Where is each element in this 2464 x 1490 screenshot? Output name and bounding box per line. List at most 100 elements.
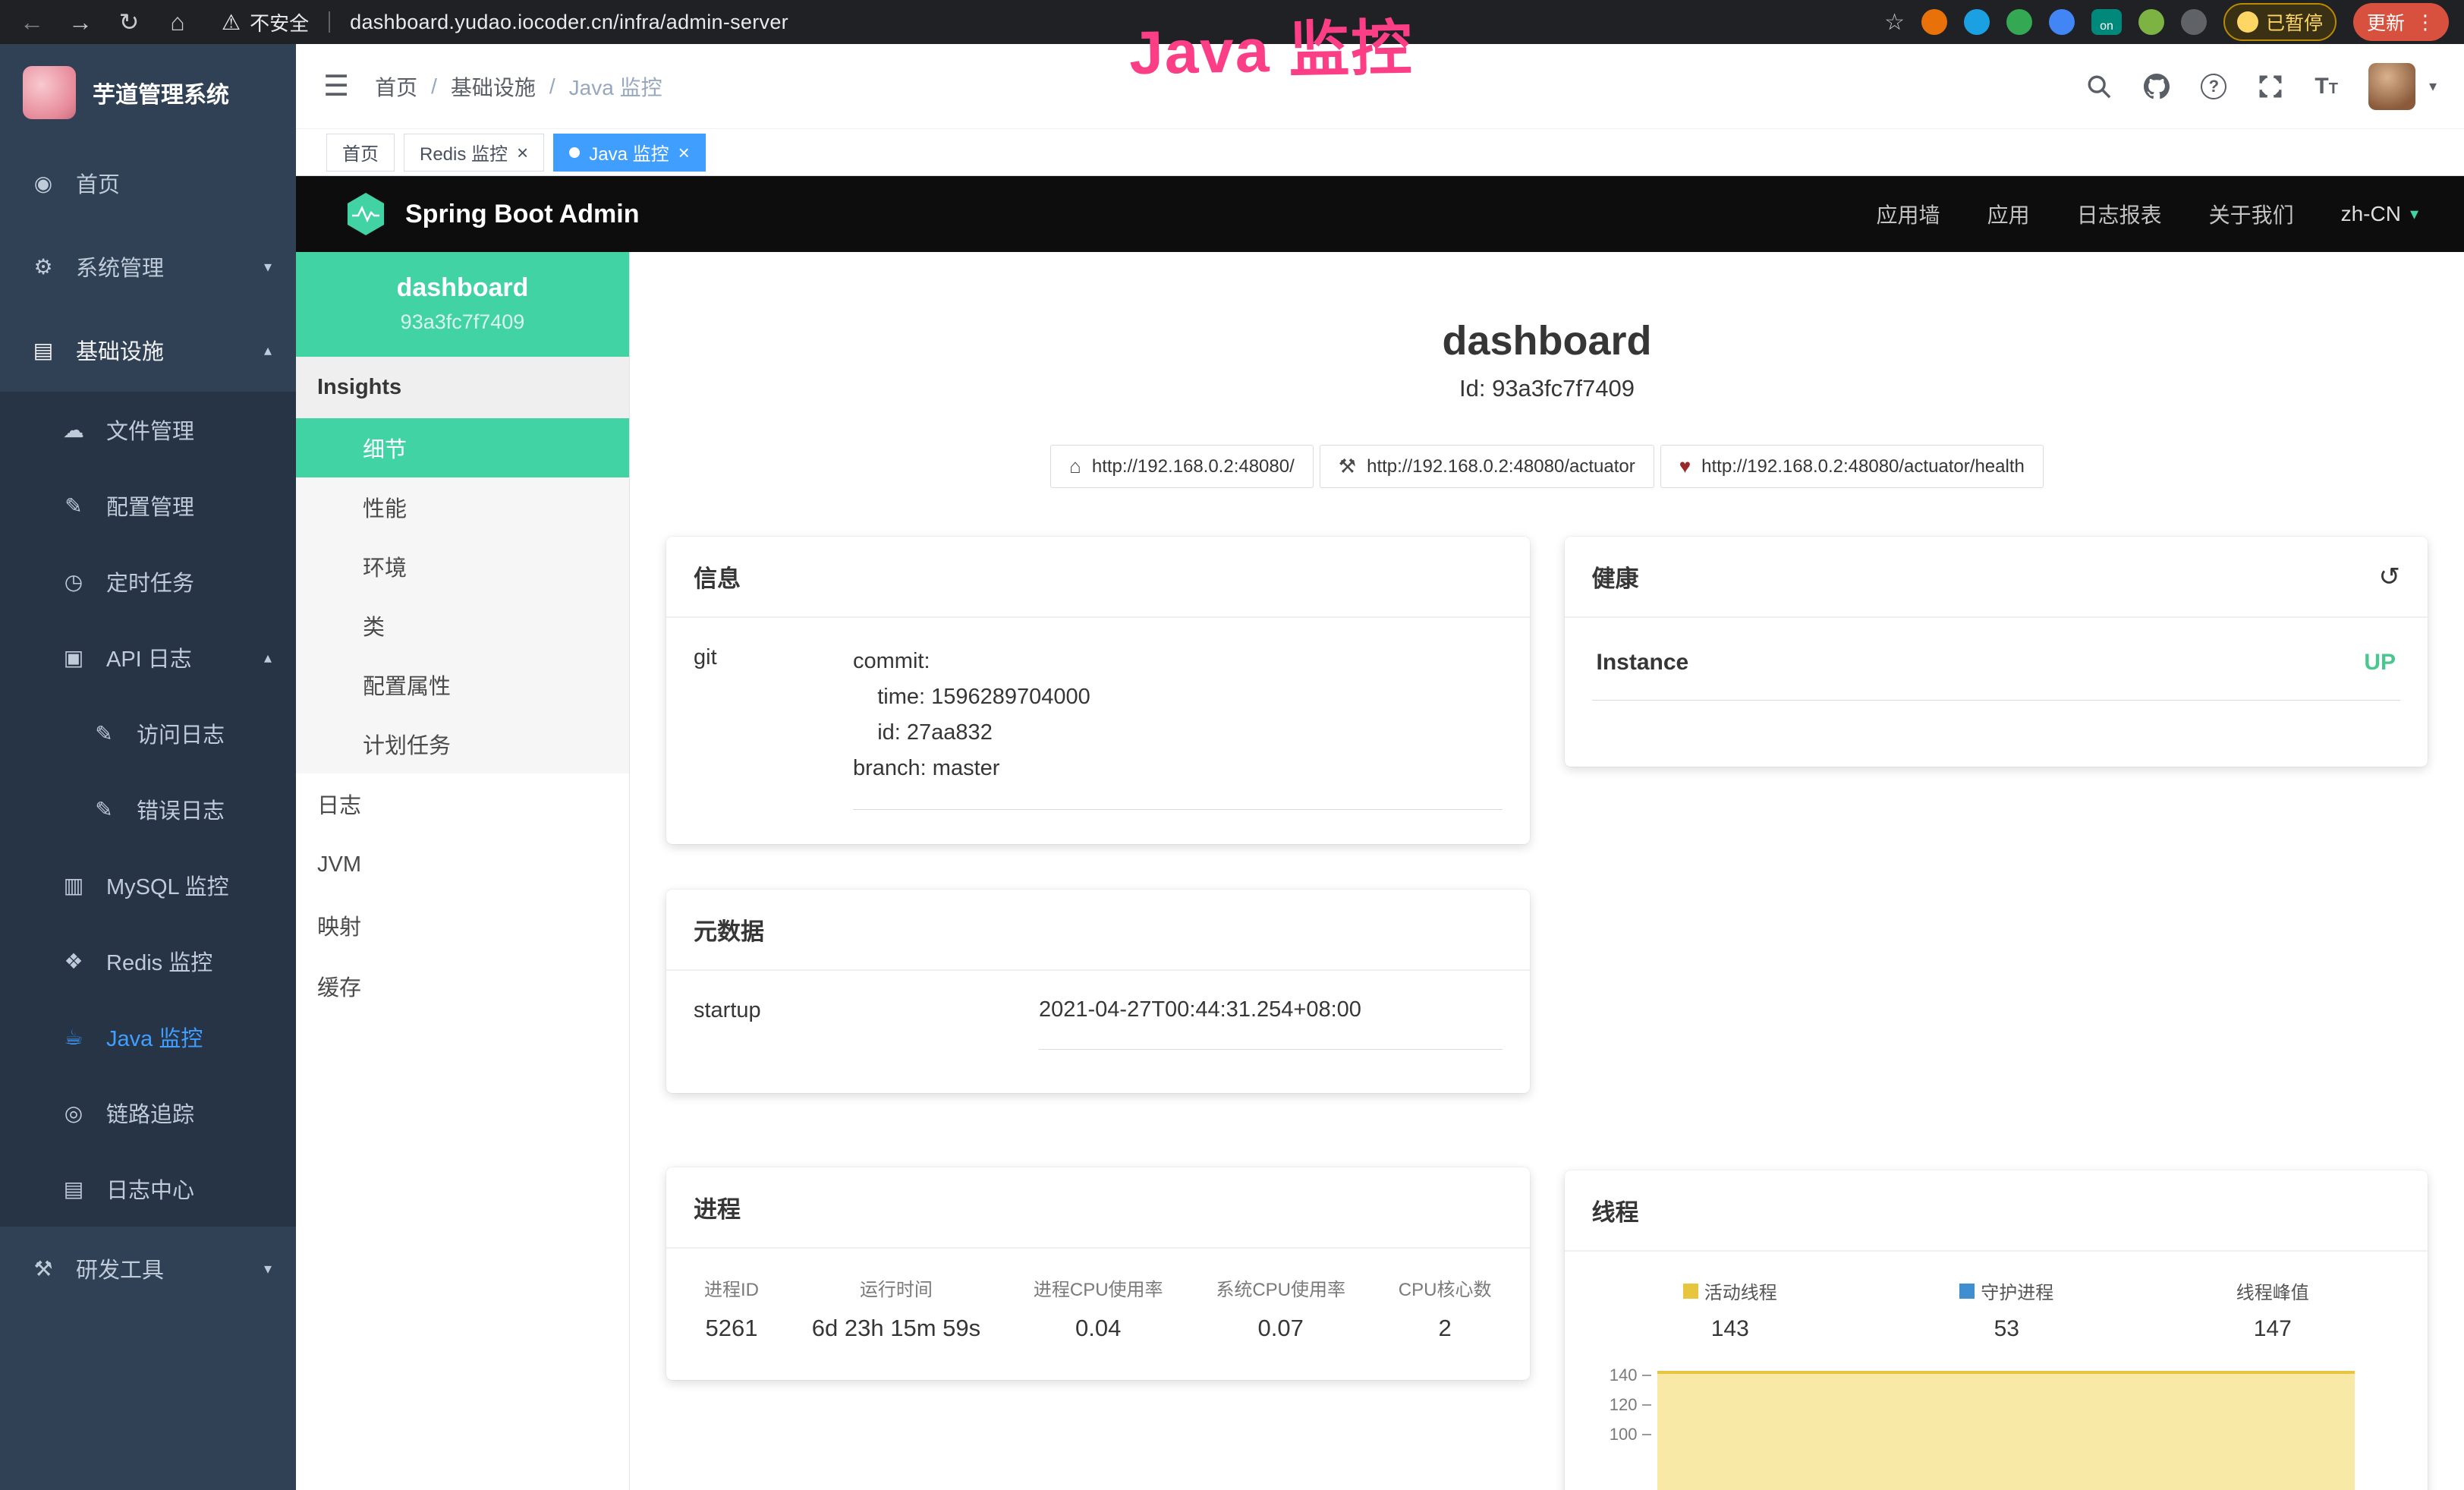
- history-icon[interactable]: ↺: [2379, 562, 2401, 592]
- sidebar-item-log-center[interactable]: ▤ 日志中心: [0, 1151, 296, 1227]
- sidebar-item-infrastructure[interactable]: ▤ 基础设施 ▴: [0, 308, 296, 392]
- sba-nav-wallboard[interactable]: 应用墙: [1877, 199, 1940, 229]
- menu-item-jvm[interactable]: JVM: [296, 834, 629, 895]
- extension-puzzle-icon[interactable]: [2181, 9, 2207, 35]
- sidebar-item-access-logs[interactable]: ✎ 访问日志: [0, 695, 296, 771]
- cards-left-column: 信息 git commit: time: 1596289704000 id: 2…: [666, 537, 1530, 1490]
- sidebar-item-mysql-monitor[interactable]: ▥ MySQL 监控: [0, 847, 296, 923]
- health-instance-row[interactable]: Instance UP: [1592, 644, 2401, 701]
- menu-item-config-props[interactable]: 配置属性: [296, 655, 629, 714]
- app-title: 芋道管理系统: [93, 76, 229, 109]
- close-icon[interactable]: ×: [678, 143, 690, 162]
- address-bar[interactable]: dashboard.yudao.iocoder.cn/infra/admin-s…: [350, 11, 788, 34]
- security-chip[interactable]: ⚠ 不安全: [222, 8, 309, 36]
- app-sidebar: 芋道管理系统 ◉ 首页 ⚙ 系统管理 ▾ ▤ 基础设施 ▴ ☁ 文件管理 ✎: [0, 44, 296, 1490]
- sba-brand-title: Spring Boot Admin: [405, 200, 639, 229]
- tab-home[interactable]: 首页: [326, 134, 395, 172]
- gear-icon: ⚙: [30, 254, 56, 279]
- tab-redis-monitor[interactable]: Redis 监控 ×: [404, 134, 544, 172]
- sba-nav: 应用墙 应用 日志报表 关于我们 zh-CN ▾: [1877, 199, 2418, 229]
- info-card-header: 信息: [666, 537, 1530, 618]
- sidebar-item-error-logs[interactable]: ✎ 错误日志: [0, 771, 296, 847]
- bookmark-star-icon[interactable]: ☆: [1884, 9, 1905, 36]
- sidebar-item-home[interactable]: ◉ 首页: [0, 141, 296, 225]
- sidebar-item-dev-tools[interactable]: ⚒ 研发工具 ▾: [0, 1227, 296, 1310]
- profile-paused-badge[interactable]: 已暂停: [2223, 3, 2337, 41]
- info-row-git: git commit: time: 1596289704000 id: 27aa…: [694, 644, 1503, 810]
- sidebar-item-tracing[interactable]: ◎ 链路追踪: [0, 1075, 296, 1151]
- font-size-icon[interactable]: TT: [2315, 74, 2338, 99]
- log-icon: ▣: [61, 645, 87, 670]
- sidebar-item-redis-monitor[interactable]: ❖ Redis 监控: [0, 923, 296, 999]
- sidebar-item-config-mgmt[interactable]: ✎ 配置管理: [0, 468, 296, 543]
- breadcrumb-home[interactable]: 首页: [375, 71, 417, 102]
- app-logo[interactable]: 芋道管理系统: [0, 44, 296, 141]
- extension-icon-4[interactable]: [2049, 9, 2075, 35]
- edit-icon: ✎: [61, 493, 87, 518]
- reload-icon[interactable]: ↻: [112, 8, 146, 36]
- back-icon[interactable]: ←: [15, 8, 49, 36]
- menu-item-classes[interactable]: 类: [296, 596, 629, 655]
- locale-selector[interactable]: zh-CN ▾: [2341, 202, 2418, 226]
- menu-item-caches[interactable]: 缓存: [296, 956, 629, 1016]
- breadcrumb-infrastructure[interactable]: 基础设施: [451, 71, 536, 102]
- sidebar-item-java-monitor[interactable]: ☕ Java 监控: [0, 999, 296, 1075]
- sidebar-toggle-icon[interactable]: ☰: [323, 69, 349, 103]
- sidebar-item-scheduled-jobs[interactable]: ◷ 定时任务: [0, 543, 296, 619]
- fullscreen-icon[interactable]: [2257, 73, 2284, 100]
- service-url-link[interactable]: ⌂ http://192.168.0.2:48080/: [1050, 445, 1314, 488]
- search-icon[interactable]: [2085, 73, 2113, 100]
- github-icon[interactable]: [2143, 73, 2170, 100]
- extension-icon-5[interactable]: [2138, 9, 2164, 35]
- sba-nav-about[interactable]: 关于我们: [2209, 199, 2294, 229]
- actuator-url-link[interactable]: ⚒ http://192.168.0.2:48080/actuator: [1320, 445, 1654, 488]
- sba-nav-applications[interactable]: 应用: [1987, 199, 2030, 229]
- info-key: git: [694, 644, 853, 810]
- sba-brand[interactable]: Spring Boot Admin: [345, 193, 639, 235]
- security-label: 不安全: [250, 8, 309, 36]
- home-icon: ⌂: [1069, 455, 1081, 478]
- insights-group: 细节 性能 环境 类 配置属性 计划任务: [296, 418, 629, 773]
- infrastructure-icon: ▤: [30, 338, 56, 363]
- menu-item-metrics[interactable]: 性能: [296, 477, 629, 537]
- close-icon[interactable]: ×: [517, 143, 528, 162]
- menu-item-scheduled-tasks[interactable]: 计划任务: [296, 714, 629, 773]
- sba-navbar: Spring Boot Admin 应用墙 应用 日志报表 关于我们 zh-CN…: [296, 176, 2464, 252]
- extension-icon-1[interactable]: [1921, 9, 1947, 35]
- browser-actions: ☆ on 已暂停 更新 ⋮: [1884, 3, 2449, 41]
- home-icon[interactable]: ⌂: [161, 8, 194, 36]
- extension-icon-on[interactable]: on: [2091, 9, 2122, 35]
- extension-icon-2[interactable]: [1964, 9, 1990, 35]
- metadata-row-startup: startup 2021-04-27T00:44:31.254+08:00: [694, 997, 1503, 1050]
- browser-menu-icon[interactable]: ⋮: [2415, 11, 2435, 34]
- threads-card-header: 线程: [1565, 1170, 2428, 1252]
- process-stats: 进程ID 5261 运行时间 6d 23h 15m 59s: [694, 1274, 1503, 1342]
- sidebar-item-api-logs[interactable]: ▣ API 日志 ▴: [0, 619, 296, 695]
- instance-header[interactable]: dashboard 93a3fc7f7409: [296, 252, 629, 357]
- health-url-link[interactable]: ♥ http://192.168.0.2:48080/actuator/heal…: [1660, 445, 2044, 488]
- avatar-caret-icon[interactable]: ▾: [2429, 77, 2437, 96]
- health-card: 健康 ↺ Instance UP: [1565, 537, 2428, 767]
- sba-main: dashboard Id: 93a3fc7f7409 ⌂ http://192.…: [630, 252, 2464, 1490]
- sidebar-item-system-mgmt[interactable]: ⚙ 系统管理 ▾: [0, 225, 296, 308]
- log-icon: ▤: [61, 1177, 87, 1202]
- menu-item-logs[interactable]: 日志: [296, 773, 629, 834]
- sba-nav-journal[interactable]: 日志报表: [2077, 199, 2162, 229]
- update-button[interactable]: 更新 ⋮: [2353, 3, 2449, 41]
- doc-icon: ✎: [91, 797, 117, 822]
- info-card: 信息 git commit: time: 1596289704000 id: 2…: [666, 537, 1530, 844]
- annotation-java-monitor: Java 监控: [1128, 0, 1414, 92]
- dashboard-icon: ◉: [30, 171, 56, 196]
- tab-java-monitor[interactable]: Java 监控 ×: [553, 134, 706, 172]
- menu-item-details[interactable]: 细节: [296, 418, 629, 477]
- update-label: 更新: [2367, 8, 2405, 36]
- chevron-down-icon: ▾: [2410, 204, 2418, 224]
- forward-icon[interactable]: →: [64, 8, 97, 36]
- process-card: 进程 进程ID 5261 运行时间: [666, 1167, 1530, 1380]
- help-icon[interactable]: ?: [2201, 74, 2226, 99]
- sidebar-item-file-mgmt[interactable]: ☁ 文件管理: [0, 392, 296, 468]
- user-avatar[interactable]: [2368, 63, 2415, 110]
- menu-item-environment[interactable]: 环境: [296, 537, 629, 596]
- extension-icon-3[interactable]: [2006, 9, 2032, 35]
- menu-item-mappings[interactable]: 映射: [296, 895, 629, 956]
